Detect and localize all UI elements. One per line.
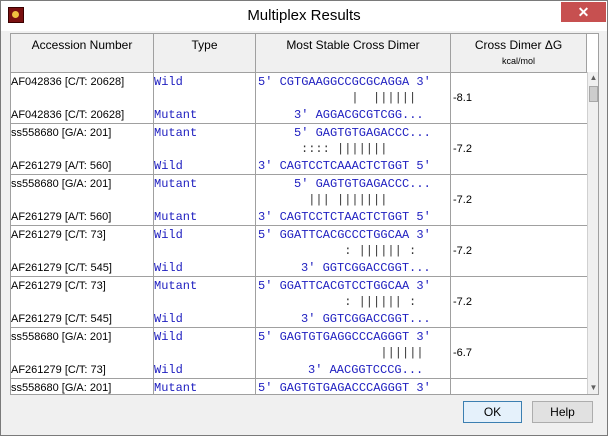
grid-header: Accession Number Type Most Stable Cross … [11, 34, 587, 73]
vertical-scrollbar[interactable]: ▲ ▼ [587, 72, 598, 394]
window-title: Multiplex Results [247, 7, 361, 24]
delta-g-cell: -8.1 [453, 92, 472, 104]
column-header-delta-g-label: Cross Dimer ΔG [474, 38, 563, 52]
close-button[interactable]: ✕ [561, 2, 606, 22]
delta-g-cell: -7.2 [453, 194, 472, 206]
column-divider [154, 73, 256, 394]
column-header-accession[interactable]: Accession Number [11, 34, 154, 72]
column-header-delta-g[interactable]: Cross Dimer ΔG kcal/mol [451, 34, 587, 72]
help-button[interactable]: Help [532, 401, 593, 423]
column-header-type[interactable]: Type [154, 34, 256, 72]
delta-g-cell: -7.2 [453, 245, 472, 257]
scroll-up-arrow-icon[interactable]: ▲ [588, 72, 598, 84]
results-grid: Accession Number Type Most Stable Cross … [10, 33, 599, 395]
title-bar[interactable]: Multiplex Results ✕ [1, 1, 607, 31]
grid-body: AF042836 [C/T: 20628] Wild AF042836 [C/T… [11, 73, 587, 394]
ok-button[interactable]: OK [463, 401, 522, 423]
multiplex-results-window: Multiplex Results ✕ Accession Number Typ… [0, 0, 608, 436]
delta-g-cell: -6.7 [453, 347, 472, 359]
scroll-down-arrow-icon[interactable]: ▼ [588, 382, 598, 394]
scroll-thumb[interactable] [589, 86, 598, 102]
delta-g-cell: -7.2 [453, 296, 472, 308]
delta-g-cell: -7.2 [453, 143, 472, 155]
column-divider [11, 73, 154, 394]
column-divider [256, 73, 451, 394]
column-header-cross-dimer[interactable]: Most Stable Cross Dimer [256, 34, 451, 72]
column-header-delta-g-unit: kcal/mol [501, 56, 535, 66]
